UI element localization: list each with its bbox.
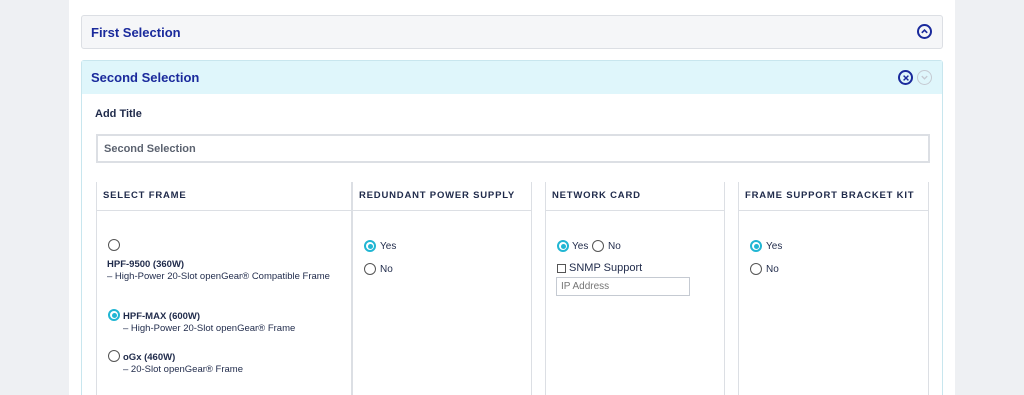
snmp-label: SNMP Support [569,262,643,274]
ip-address-input[interactable] [556,277,690,296]
select-frame-column: SELECT FRAME HPF-9500 (360W) – High-Powe… [96,182,352,395]
power-supply-heading: REDUNDANT POWER SUPPLY [359,190,516,201]
page-container: First Selection Second Selection Add Tit… [69,0,955,395]
power-yes-label: Yes [380,241,397,252]
chevron-down-circle-icon[interactable] [917,70,932,85]
network-card-column: NETWORK CARD Yes No SNMP Support [545,182,725,395]
select-frame-heading: SELECT FRAME [103,190,187,201]
network-no-radio[interactable] [592,240,604,252]
network-no-label: No [608,241,621,252]
frame-radio-hpf-max[interactable] [108,309,120,321]
frame-name-ogx: oGx (460W) [123,352,176,363]
bracket-kit-column: FRAME SUPPORT BRACKET KIT Yes No [738,182,929,395]
bracket-no-radio[interactable] [750,263,762,275]
power-supply-column: REDUNDANT POWER SUPPLY Yes No [352,182,532,395]
frame-desc-hpf-max: – High-Power 20-Slot openGear® Frame [123,323,296,334]
second-selection-header[interactable]: Second Selection [82,61,942,94]
power-no-label: No [380,264,393,275]
frame-radio-hpf-9500[interactable] [108,239,120,251]
second-selection-panel: Second Selection Add Title SELECT FRAME … [81,60,943,395]
power-yes-radio[interactable] [364,240,376,252]
frame-name-hpf-max: HPF-MAX (600W) [123,311,201,322]
frame-desc-hpf-9500: – High-Power 20-Slot openGear® Compatibl… [107,271,330,282]
close-circle-icon[interactable] [898,70,913,85]
network-card-heading: NETWORK CARD [552,190,641,201]
frame-name-hpf-9500: HPF-9500 (360W) [107,259,185,270]
column-divider [739,210,928,211]
column-divider [546,210,724,211]
bracket-kit-heading: FRAME SUPPORT BRACKET KIT [745,190,915,201]
first-selection-header[interactable]: First Selection [82,16,942,49]
chevron-up-circle-icon[interactable] [917,24,932,39]
network-yes-label: Yes [572,241,589,252]
frame-radio-ogx[interactable] [108,350,120,362]
add-title-label: Add Title [95,108,142,120]
second-selection-title: Second Selection [91,70,200,85]
column-divider [353,210,531,211]
first-selection-title: First Selection [91,25,181,40]
power-no-radio[interactable] [364,263,376,275]
frame-desc-ogx: – 20-Slot openGear® Frame [123,364,244,375]
snmp-checkbox[interactable] [557,264,566,273]
column-divider [97,210,351,211]
network-yes-radio[interactable] [557,240,569,252]
title-input[interactable] [96,134,930,163]
bracket-yes-radio[interactable] [750,240,762,252]
first-selection-panel: First Selection [81,15,943,49]
bracket-yes-label: Yes [766,241,783,252]
bracket-no-label: No [766,264,779,275]
